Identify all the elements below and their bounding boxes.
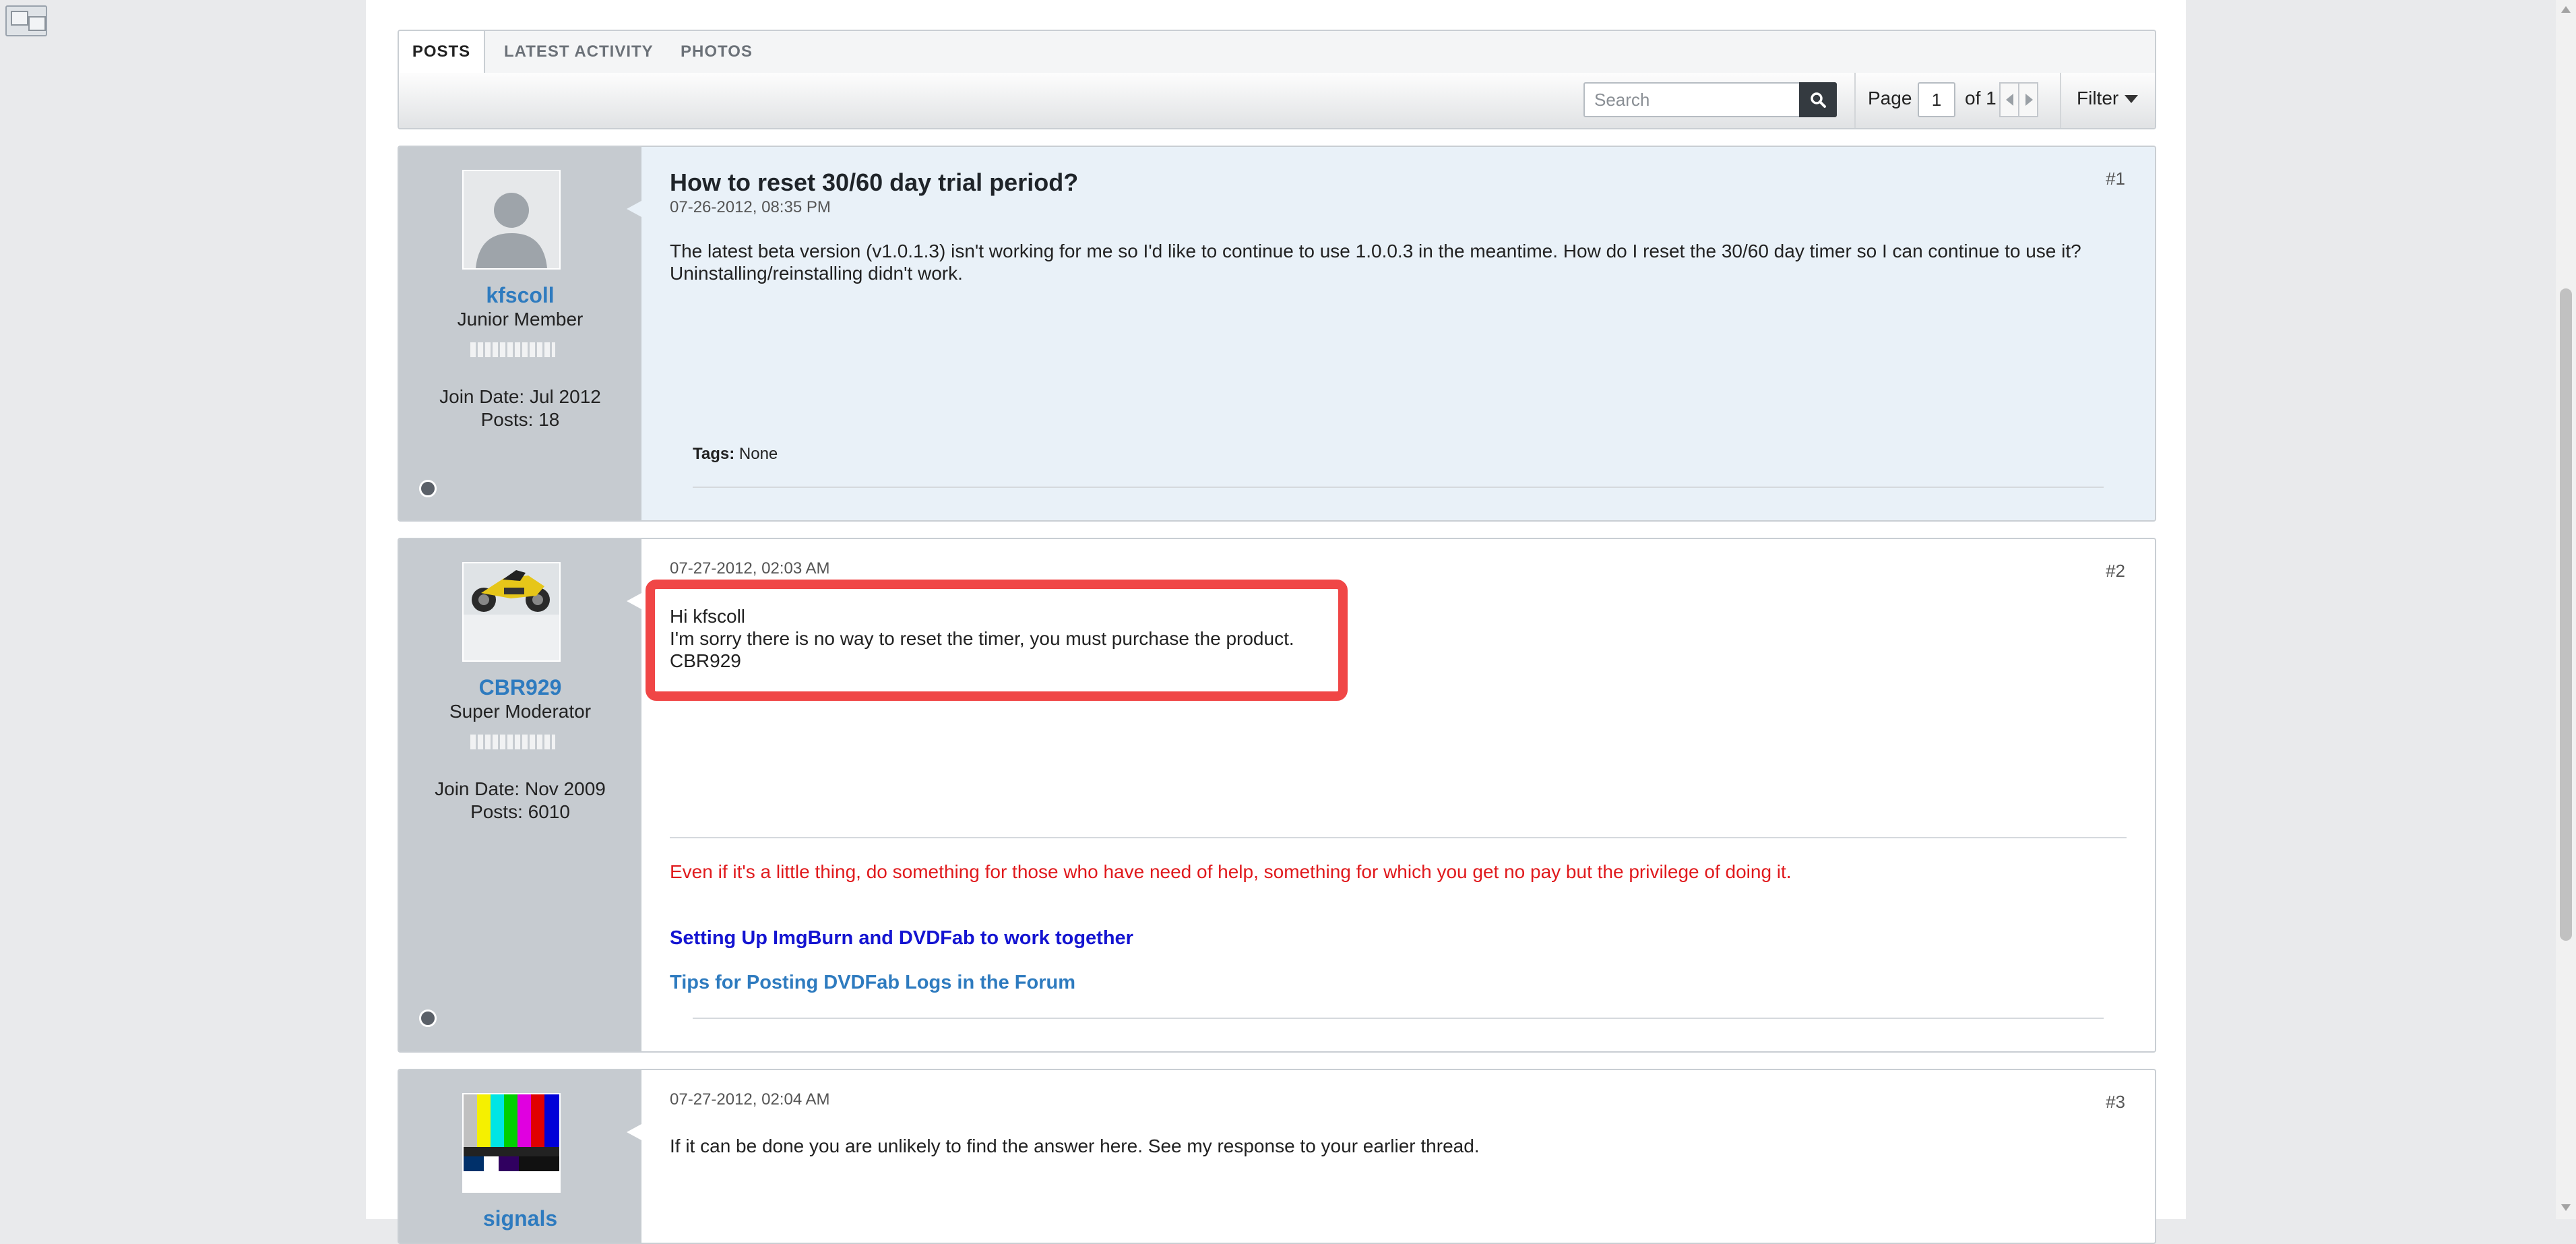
post-body: 07-27-2012, 02:03 AM #2 Hi kfscoll I'm s… bbox=[641, 539, 2155, 1051]
post-tags: Tags: None bbox=[693, 445, 778, 464]
post-body: How to reset 30/60 day trial period? 07-… bbox=[641, 147, 2155, 520]
username[interactable]: CBR929 bbox=[399, 675, 641, 700]
user-sidebar: signals bbox=[399, 1070, 641, 1243]
post-date: 07-26-2012, 08:35 PM bbox=[670, 198, 831, 216]
post-divider bbox=[693, 1018, 2104, 1019]
page-of-total: of 1 bbox=[1965, 88, 1997, 108]
join-date: Join Date: Jul 2012 bbox=[439, 386, 601, 407]
post-pointer bbox=[627, 201, 641, 217]
scroll-up-icon[interactable] bbox=[2561, 5, 2571, 13]
filter-caret-icon[interactable] bbox=[2124, 94, 2139, 104]
test-pattern-avatar-image bbox=[464, 1094, 559, 1191]
post-number[interactable]: #3 bbox=[2106, 1092, 2125, 1113]
signature-link-dvdfab-logs[interactable]: Tips for Posting DVDFab Logs in the Foru… bbox=[670, 972, 1075, 994]
post-3: signals 07-27-2012, 02:04 AM #3 If it ca… bbox=[398, 1069, 2156, 1244]
post-pointer bbox=[627, 593, 641, 609]
page-number-input[interactable] bbox=[1918, 82, 1955, 117]
tab-photos[interactable]: PHOTOS bbox=[681, 31, 753, 73]
online-status-icon bbox=[419, 1009, 437, 1027]
prev-page-button[interactable] bbox=[1999, 82, 2019, 117]
post-body: 07-27-2012, 02:04 AM #3 If it can be don… bbox=[641, 1070, 2155, 1243]
tab-latest-activity[interactable]: LATEST ACTIVITY bbox=[504, 31, 654, 73]
post-count: Posts: 18 bbox=[480, 409, 560, 430]
next-page-button[interactable] bbox=[2018, 82, 2038, 117]
tags-value: None bbox=[739, 445, 778, 463]
user-title: Junior Member bbox=[457, 309, 584, 330]
motorcycle-avatar-image bbox=[464, 563, 559, 660]
post-date: 07-27-2012, 02:04 AM bbox=[670, 1090, 830, 1109]
post-text: The latest beta version (v1.0.1.3) isn't… bbox=[670, 241, 2081, 284]
online-status-icon bbox=[419, 480, 437, 497]
vertical-scrollbar[interactable] bbox=[2556, 0, 2576, 1219]
scroll-down-icon[interactable] bbox=[2561, 1204, 2571, 1212]
avatar-motorcycle[interactable] bbox=[462, 562, 561, 662]
signature-link-imgburn[interactable]: Setting Up ImgBurn and DVDFab to work to… bbox=[670, 927, 1133, 950]
post-text-line: I'm sorry there is no way to reset the t… bbox=[670, 628, 1294, 649]
tags-label: Tags: bbox=[693, 445, 735, 463]
join-date: Join Date: Nov 2009 bbox=[435, 778, 606, 799]
post-text-line: CBR929 bbox=[670, 650, 741, 671]
scroll-thumb[interactable] bbox=[2560, 288, 2572, 941]
search-button[interactable] bbox=[1799, 82, 1837, 117]
search-icon bbox=[1811, 92, 1826, 108]
reputation-bar bbox=[470, 735, 555, 749]
post-date: 07-27-2012, 02:03 AM bbox=[670, 559, 830, 578]
search-input[interactable] bbox=[1583, 82, 1800, 117]
username[interactable]: kfscoll bbox=[399, 283, 641, 308]
post-text-line: Hi kfscoll bbox=[670, 606, 746, 627]
page-label: Page bbox=[1868, 88, 1912, 108]
image-icon bbox=[5, 5, 47, 36]
reputation-bar bbox=[470, 342, 555, 357]
toolbar: Page of 1 Filter bbox=[399, 73, 2155, 128]
post-number[interactable]: #2 bbox=[2106, 561, 2125, 582]
user-sidebar: kfscoll Junior Member Join Date: Jul 201… bbox=[399, 147, 641, 520]
conversation-tab-widget: POSTS LATEST ACTIVITY PHOTOS Page of 1 F… bbox=[398, 30, 2156, 129]
avatar-test-pattern[interactable] bbox=[462, 1093, 561, 1193]
user-title: Super Moderator bbox=[449, 701, 592, 722]
signature-divider bbox=[670, 837, 2127, 838]
filter-button[interactable]: Filter bbox=[2077, 88, 2118, 109]
next-page-icon bbox=[2025, 94, 2033, 106]
default-avatar-icon bbox=[464, 171, 559, 268]
post-2: CBR929 Super Moderator Join Date: Nov 20… bbox=[398, 538, 2156, 1053]
prev-page-icon bbox=[2006, 94, 2013, 106]
user-sidebar: CBR929 Super Moderator Join Date: Nov 20… bbox=[399, 539, 641, 1051]
tab-bar: POSTS LATEST ACTIVITY PHOTOS bbox=[399, 31, 2155, 74]
post-text: If it can be done you are unlikely to fi… bbox=[670, 1136, 1480, 1156]
signature-quote: Even if it's a little thing, do somethin… bbox=[670, 861, 1792, 882]
post-title: How to reset 30/60 day trial period? bbox=[670, 168, 1079, 196]
post-pointer bbox=[627, 1124, 641, 1140]
post-count: Posts: 6010 bbox=[470, 801, 570, 822]
toolbar-divider bbox=[1854, 73, 1856, 128]
tab-posts[interactable]: POSTS bbox=[399, 31, 485, 74]
toolbar-divider bbox=[2060, 73, 2061, 128]
post-1: kfscoll Junior Member Join Date: Jul 201… bbox=[398, 146, 2156, 522]
avatar-default[interactable] bbox=[462, 170, 561, 270]
post-number[interactable]: #1 bbox=[2106, 168, 2125, 189]
post-divider bbox=[693, 487, 2104, 488]
